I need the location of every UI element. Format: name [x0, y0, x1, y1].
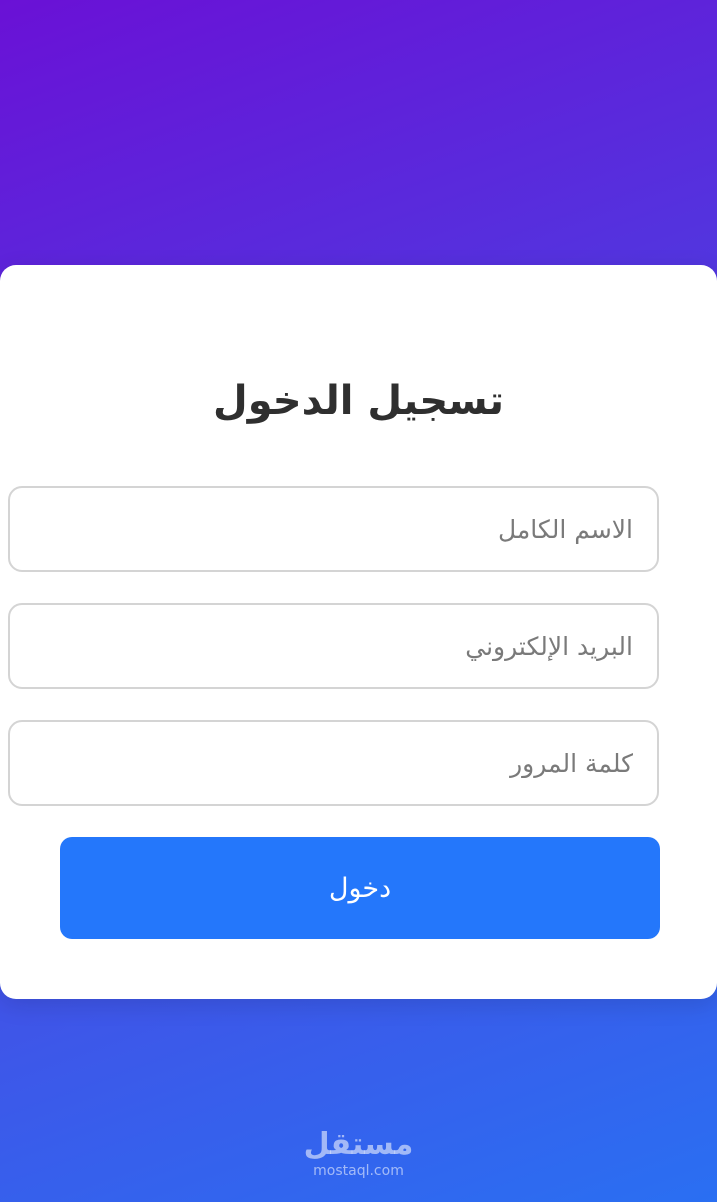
- password-input[interactable]: [8, 720, 659, 806]
- email-input[interactable]: [8, 603, 659, 689]
- login-button[interactable]: دخول: [60, 837, 660, 939]
- full-name-input[interactable]: [8, 486, 659, 572]
- watermark-url: mostaql.com: [313, 1163, 404, 1179]
- watermark-logo: مستقل: [303, 1127, 414, 1162]
- page-title: تسجيل الدخول: [213, 378, 504, 424]
- watermark: مستقل mostaql.com: [0, 1130, 717, 1180]
- login-card: تسجيل الدخول دخول: [0, 265, 717, 999]
